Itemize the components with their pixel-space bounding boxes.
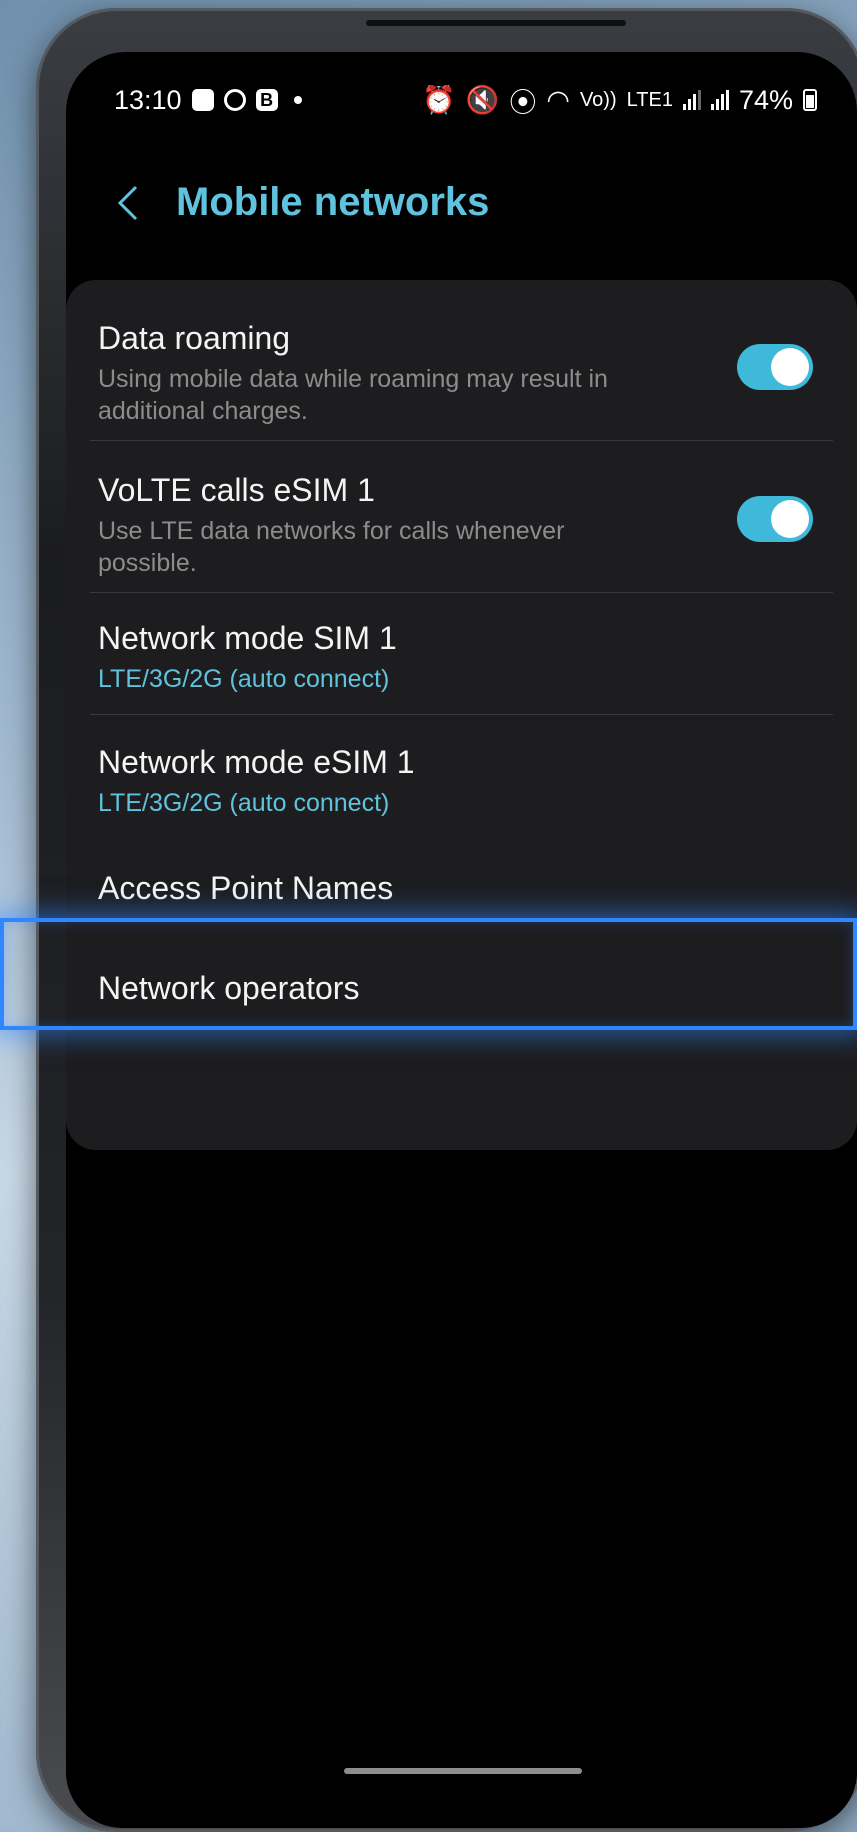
data-roaming-item[interactable]: Data roaming Using mobile data while roa… xyxy=(98,320,825,427)
volte-calls-title: VoLTE calls eSIM 1 xyxy=(98,472,375,508)
status-time: 13:10 xyxy=(114,84,182,115)
lte-icon: LTE1 xyxy=(626,88,673,111)
data-roaming-subtitle: Using mobile data while roaming may resu… xyxy=(98,365,608,425)
access-point-names-title: Access Point Names xyxy=(98,870,394,906)
battery-icon xyxy=(803,89,817,111)
mute-icon: 🔇 xyxy=(465,85,500,115)
wifi-icon: ◠ xyxy=(546,84,570,115)
b-app-icon: B xyxy=(255,89,278,111)
data-roaming-toggle[interactable] xyxy=(737,344,813,390)
network-mode-esim1-value: LTE/3G/2G (auto connect) xyxy=(98,789,390,817)
location-icon: ⦿ xyxy=(509,87,537,118)
divider xyxy=(90,440,833,441)
page-title: Mobile networks xyxy=(176,180,490,224)
network-mode-esim1-title: Network mode eSIM 1 xyxy=(98,744,415,780)
network-mode-sim1-item[interactable]: Network mode SIM 1 LTE/3G/2G (auto conne… xyxy=(98,620,825,694)
phone-top-edge xyxy=(366,20,626,26)
network-mode-sim1-title: Network mode SIM 1 xyxy=(98,620,397,656)
highlight-box xyxy=(0,918,857,1030)
back-arrow-icon[interactable] xyxy=(114,183,144,223)
network-mode-esim1-item[interactable]: Network mode eSIM 1 LTE/3G/2G (auto conn… xyxy=(98,744,825,818)
volte-icon: Vo)) xyxy=(579,88,617,111)
divider xyxy=(90,592,833,593)
gallery-icon xyxy=(191,89,214,111)
whatsapp-icon xyxy=(223,89,246,111)
notification-dot-icon xyxy=(293,96,302,104)
page-header: Mobile networks xyxy=(114,180,489,225)
access-point-names-item[interactable]: Access Point Names xyxy=(98,870,825,907)
status-right: ⏰ 🔇 ⦿ ◠ Vo)) LTE1 74% xyxy=(422,81,817,120)
status-bar: 13:10 B ⏰ 🔇 ⦿ ◠ Vo)) LTE1 74% xyxy=(114,78,817,122)
toggle-knob xyxy=(771,500,809,538)
signal-icon xyxy=(682,90,701,110)
volte-calls-subtitle: Use LTE data networks for calls whenever… xyxy=(98,517,565,577)
network-mode-sim1-value: LTE/3G/2G (auto connect) xyxy=(98,665,390,693)
home-indicator[interactable] xyxy=(344,1768,582,1774)
status-left: 13:10 B xyxy=(114,85,302,116)
divider xyxy=(90,714,833,715)
signal-icon xyxy=(710,90,729,110)
data-roaming-title: Data roaming xyxy=(98,320,291,356)
battery-percent: 74% xyxy=(738,84,793,115)
alarm-icon: ⏰ xyxy=(422,85,456,115)
toggle-knob xyxy=(771,348,809,386)
volte-calls-toggle[interactable] xyxy=(737,496,813,542)
volte-calls-item[interactable]: VoLTE calls eSIM 1 Use LTE data networks… xyxy=(98,472,825,579)
